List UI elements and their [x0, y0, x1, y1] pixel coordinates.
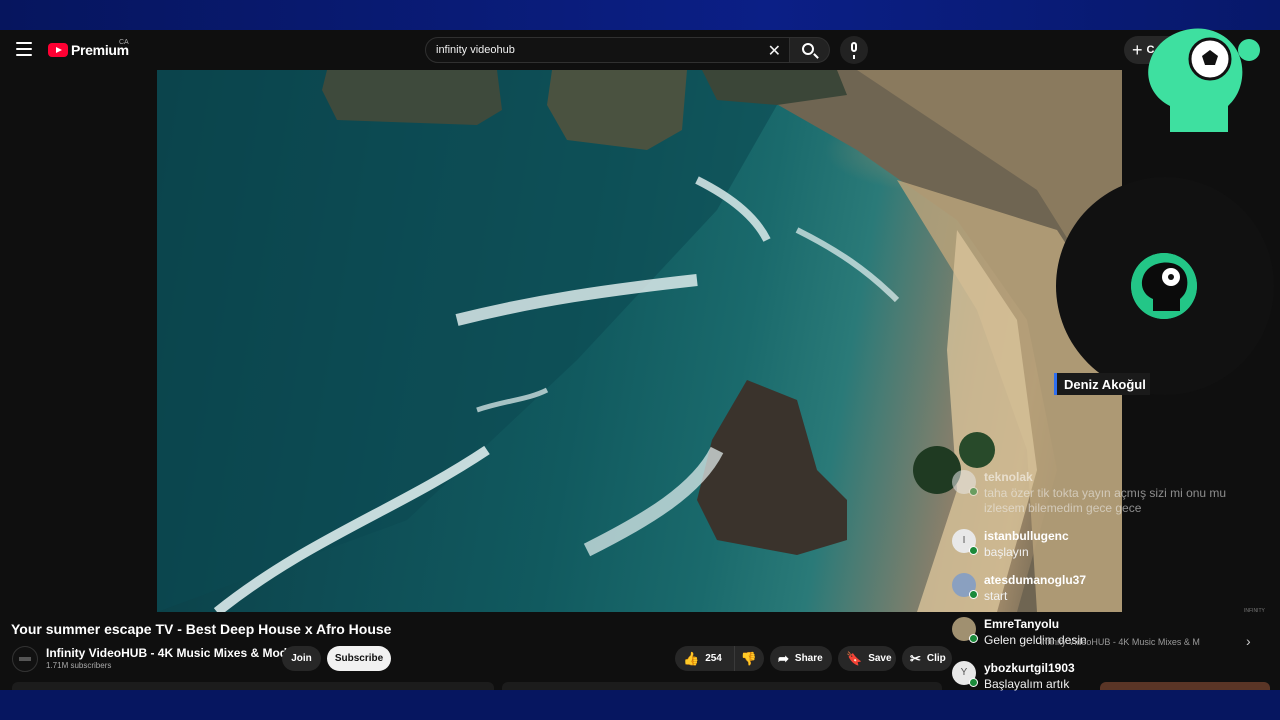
- chat-username: atesdumanoglu37: [984, 573, 1087, 587]
- menu-icon[interactable]: [16, 42, 32, 56]
- share-icon: ➦: [778, 650, 789, 666]
- save-button[interactable]: 🔖 Save: [838, 646, 896, 671]
- channel-avatar[interactable]: [12, 646, 38, 672]
- microphone-icon: [851, 42, 857, 59]
- chat-username: teknolak: [984, 470, 1033, 484]
- chat-username: EmreTanyolu: [984, 617, 1060, 631]
- like-dislike-group: 👍 254 👎: [675, 646, 764, 671]
- search-input[interactable]: infinity videohub ✕: [425, 37, 790, 63]
- thumbs-down-icon: 👎: [740, 650, 758, 666]
- bookmark-icon: 🔖: [846, 650, 863, 666]
- clip-label: Clip: [926, 653, 946, 664]
- chat-avatar: I: [952, 529, 978, 555]
- description-card: [502, 682, 942, 690]
- chat-text: Başlayalım artık: [984, 677, 1070, 691]
- chat-text: başlayın: [984, 545, 1029, 559]
- dislike-button[interactable]: 👎: [735, 651, 763, 667]
- miniplayer-card[interactable]: Infinity VideoHUB - 4K Music Mixes & M ›: [1010, 633, 1255, 653]
- comments-card: [12, 682, 494, 690]
- stream-frame-top: [0, 0, 1280, 30]
- chat-avatar: [952, 470, 978, 496]
- video-title: Your summer escape TV - Best Deep House …: [11, 621, 392, 637]
- save-label: Save: [868, 653, 892, 664]
- close-icon[interactable]: ✕: [768, 41, 781, 61]
- chat-text: taha özer tik tokta yayın açmış sizi mi …: [984, 486, 1227, 515]
- country-code: CA: [119, 39, 129, 46]
- chevron-right-icon[interactable]: ›: [1246, 633, 1251, 649]
- share-button[interactable]: ➦ Share: [770, 646, 832, 671]
- chat-avatar: [952, 617, 978, 643]
- streamer-avatar-head-icon: [1131, 253, 1197, 319]
- search-button[interactable]: [790, 37, 830, 63]
- chat-avatar: [952, 573, 978, 599]
- search-icon: [802, 43, 814, 55]
- channel-name[interactable]: Infinity VideoHUB - 4K Music Mixes & Mod…: [46, 646, 304, 660]
- thumbs-up-icon: 👍: [683, 650, 700, 666]
- join-button[interactable]: Join: [282, 646, 321, 671]
- chat-text: start: [984, 589, 1008, 603]
- share-label: Share: [794, 653, 823, 664]
- chat-avatar: Y: [952, 661, 978, 687]
- youtube-logo[interactable]: Premium: [48, 42, 129, 58]
- like-button[interactable]: 👍 254: [675, 646, 735, 671]
- search-value: infinity videohub: [436, 44, 515, 56]
- clip-button[interactable]: ✂ Clip: [902, 646, 952, 671]
- subscribe-button[interactable]: Subscribe: [327, 646, 391, 671]
- scissors-icon: ✂: [910, 650, 921, 666]
- subscriber-count: 1.71M subscribers: [46, 661, 112, 670]
- streamer-logo-head-icon: [1148, 28, 1243, 132]
- masthead: Premium CA infinity videohub ✕ + C: [0, 30, 1280, 70]
- like-count: 254: [705, 653, 722, 664]
- miniplayer-card-text: Infinity VideoHUB - 4K Music Mixes & M: [1040, 637, 1200, 647]
- live-chat-overlay: teknolak taha özer tik tokta yayın açmış…: [946, 430, 1266, 700]
- chat-username: istanbullugenc: [984, 529, 1069, 543]
- streamer-name: Deniz Akoğul: [1064, 377, 1146, 392]
- voice-search-button[interactable]: [840, 36, 868, 64]
- youtube-play-icon: [48, 43, 68, 57]
- chat-username: ybozkurtgil1903: [984, 661, 1075, 675]
